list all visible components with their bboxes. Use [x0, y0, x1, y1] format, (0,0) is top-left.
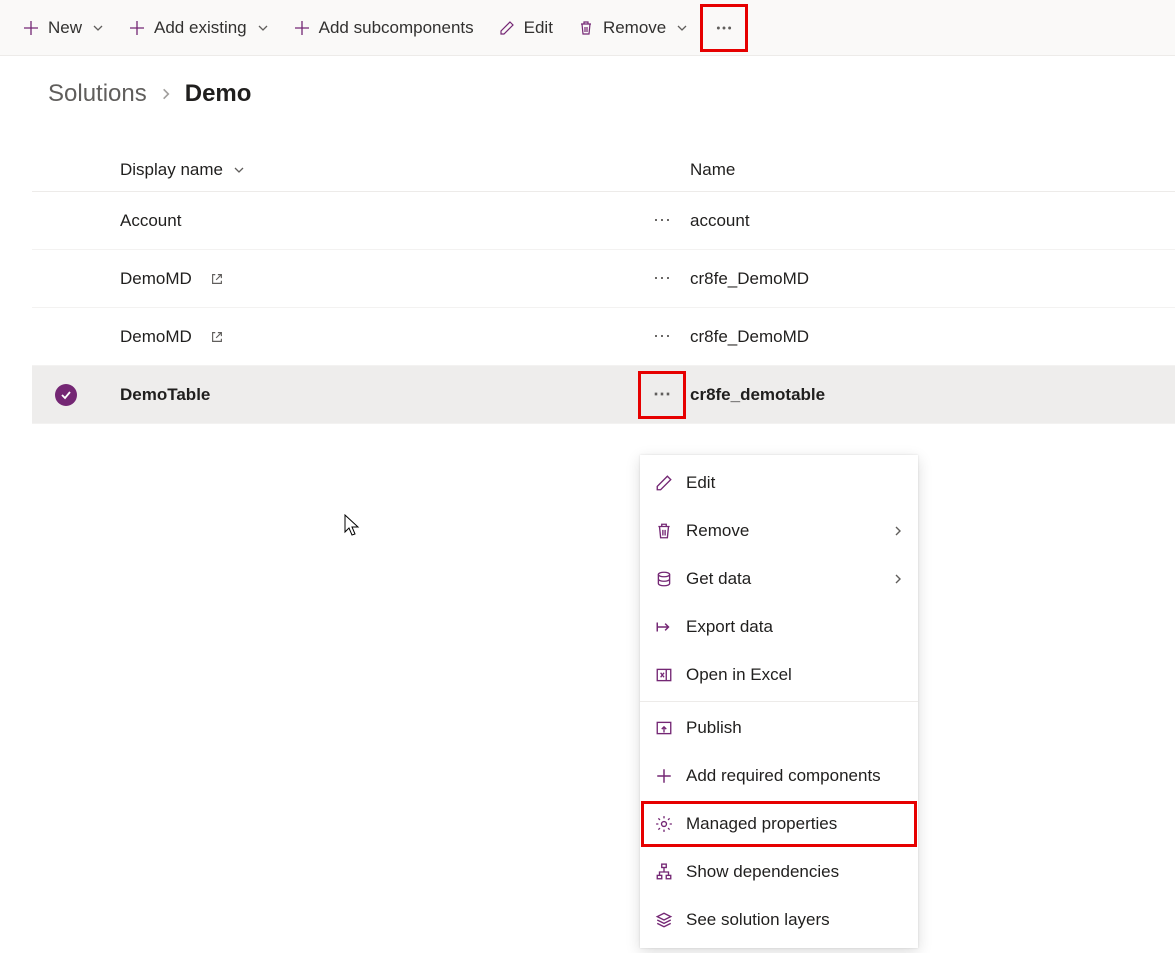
row-more-button[interactable]: ⋯ [640, 199, 684, 243]
table-row[interactable]: DemoMD ⋯ cr8fe_DemoMD [32, 308, 1175, 366]
cell-name: cr8fe_DemoMD [690, 269, 1175, 289]
chevron-right-icon [159, 87, 173, 101]
chevron-right-icon [892, 573, 904, 585]
remove-label: Remove [603, 18, 666, 38]
menu-divider [640, 701, 918, 702]
name-text: cr8fe_DemoMD [690, 269, 809, 289]
pencil-icon [498, 19, 516, 37]
context-menu: Edit Remove Get data Export data Open in… [640, 455, 918, 948]
name-header-label: Name [690, 160, 735, 179]
chevron-down-icon [676, 22, 688, 34]
new-label: New [48, 18, 82, 38]
table-row[interactable]: Account ⋯ account [32, 192, 1175, 250]
name-text: cr8fe_DemoMD [690, 327, 809, 347]
menu-label: Show dependencies [686, 862, 839, 882]
edit-label: Edit [524, 18, 553, 38]
grid-header: Display name Name [32, 148, 1175, 192]
table-row[interactable]: DemoMD ⋯ cr8fe_DemoMD [32, 250, 1175, 308]
display-name-text: Account [120, 211, 181, 231]
dependencies-icon [654, 862, 674, 882]
cell-name: cr8fe_DemoMD [690, 327, 1175, 347]
more-icon: ⋯ [653, 326, 671, 347]
chevron-down-icon [233, 164, 245, 176]
component-grid: Display name Name Account ⋯ account Demo… [0, 124, 1175, 424]
menu-item-add-required-components[interactable]: Add required components [640, 752, 918, 800]
plus-icon [128, 19, 146, 37]
overflow-menu-button[interactable] [702, 6, 746, 50]
menu-item-export-data[interactable]: Export data [640, 603, 918, 651]
more-icon: ⋯ [653, 210, 671, 231]
menu-label: Export data [686, 617, 773, 637]
command-bar: New Add existing Add subcomponents Edit … [0, 0, 1175, 56]
row-more-button[interactable]: ⋯ [640, 373, 684, 417]
export-icon [654, 617, 674, 637]
add-subcomponents-button[interactable]: Add subcomponents [283, 12, 484, 44]
new-button[interactable]: New [12, 12, 114, 44]
remove-button[interactable]: Remove [567, 12, 698, 44]
gear-icon [654, 814, 674, 834]
menu-label: Add required components [686, 766, 881, 786]
open-external-icon [210, 272, 224, 286]
display-name-text: DemoMD [120, 269, 192, 289]
column-header-name[interactable]: Name [690, 160, 1175, 180]
cell-name: cr8fe_demotable [690, 385, 1175, 405]
table-row[interactable]: DemoTable ⋯ cr8fe_demotable [32, 366, 1175, 424]
cursor-icon [344, 514, 362, 538]
row-more-button[interactable]: ⋯ [640, 257, 684, 301]
menu-label: See solution layers [686, 910, 830, 930]
plus-icon [22, 19, 40, 37]
name-text: cr8fe_demotable [690, 385, 825, 405]
plus-icon [293, 19, 311, 37]
column-header-display-name[interactable]: Display name [100, 160, 640, 180]
add-subcomponents-label: Add subcomponents [319, 18, 474, 38]
menu-item-managed-properties[interactable]: Managed properties [640, 800, 918, 848]
menu-label: Edit [686, 473, 715, 493]
menu-item-see-solution-layers[interactable]: See solution layers [640, 896, 918, 944]
cell-name: account [690, 211, 1175, 231]
menu-label: Get data [686, 569, 751, 589]
publish-icon [654, 718, 674, 738]
cell-display-name[interactable]: DemoMD [100, 327, 640, 347]
chevron-down-icon [92, 22, 104, 34]
checkmark-icon [55, 384, 77, 406]
cell-display-name[interactable]: DemoMD [100, 269, 640, 289]
add-existing-label: Add existing [154, 18, 247, 38]
layers-icon [654, 910, 674, 930]
menu-item-show-dependencies[interactable]: Show dependencies [640, 848, 918, 896]
more-icon: ⋯ [653, 268, 671, 289]
menu-item-remove[interactable]: Remove [640, 507, 918, 555]
menu-item-publish[interactable]: Publish [640, 704, 918, 752]
menu-label: Publish [686, 718, 742, 738]
menu-label: Managed properties [686, 814, 837, 834]
edit-button[interactable]: Edit [488, 12, 563, 44]
trash-icon [654, 521, 674, 541]
add-existing-button[interactable]: Add existing [118, 12, 279, 44]
chevron-down-icon [257, 22, 269, 34]
chevron-right-icon [892, 525, 904, 537]
cell-display-name[interactable]: Account [100, 211, 640, 231]
menu-label: Open in Excel [686, 665, 792, 685]
menu-item-open-in-excel[interactable]: Open in Excel [640, 651, 918, 699]
row-select[interactable] [32, 384, 100, 406]
breadcrumb-current: Demo [185, 80, 252, 108]
row-more-button[interactable]: ⋯ [640, 315, 684, 359]
pencil-icon [654, 473, 674, 493]
database-icon [654, 569, 674, 589]
cell-display-name[interactable]: DemoTable [100, 385, 640, 405]
open-external-icon [210, 330, 224, 344]
more-icon: ⋯ [653, 384, 671, 405]
trash-icon [577, 19, 595, 37]
plus-icon [654, 766, 674, 786]
menu-item-edit[interactable]: Edit [640, 459, 918, 507]
name-text: account [690, 211, 750, 231]
breadcrumb-parent[interactable]: Solutions [48, 80, 147, 108]
more-icon [715, 19, 733, 37]
menu-label: Remove [686, 521, 749, 541]
breadcrumb: Solutions Demo [0, 56, 1175, 124]
display-name-text: DemoTable [120, 385, 210, 405]
menu-item-get-data[interactable]: Get data [640, 555, 918, 603]
display-name-text: DemoMD [120, 327, 192, 347]
display-name-header-label: Display name [120, 160, 223, 180]
excel-icon [654, 665, 674, 685]
